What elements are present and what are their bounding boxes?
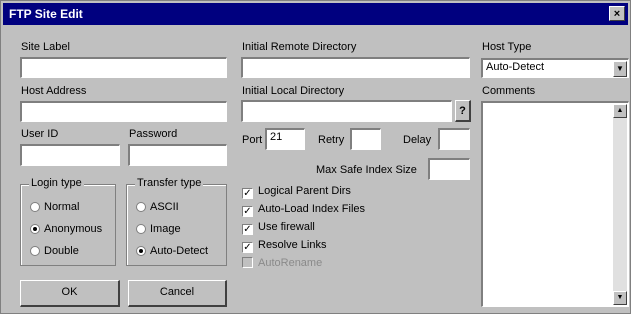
radio-label: Anonymous bbox=[44, 223, 103, 235]
comments-textarea[interactable]: ▲ ▼ bbox=[481, 101, 629, 307]
login-type-title: Login type bbox=[29, 177, 84, 189]
checkbox-resolve-links[interactable]: Resolve Links bbox=[242, 238, 327, 253]
ftp-site-edit-dialog: FTP Site Edit × Site Label Host Address … bbox=[0, 0, 631, 314]
initial-remote-directory-field[interactable] bbox=[241, 57, 470, 78]
radio-indicator bbox=[136, 202, 146, 212]
ok-button[interactable]: OK bbox=[20, 280, 120, 307]
user-id-field[interactable] bbox=[20, 144, 120, 166]
arrow-up-icon[interactable]: ▲ bbox=[613, 104, 627, 118]
host-type-selected: Auto-Detect bbox=[486, 61, 545, 73]
radio-label: Normal bbox=[44, 201, 80, 213]
password-field[interactable] bbox=[128, 144, 227, 166]
radio-label: Double bbox=[44, 245, 79, 257]
checkbox-indicator bbox=[242, 188, 253, 199]
user-id-label: User ID bbox=[21, 128, 59, 140]
checkbox-indicator bbox=[242, 257, 253, 268]
checkbox-indicator bbox=[242, 242, 253, 253]
checkbox-label: Resolve Links bbox=[258, 239, 327, 251]
max-safe-index-size-field[interactable] bbox=[428, 158, 470, 180]
chevron-down-icon[interactable]: ▼ bbox=[613, 61, 627, 77]
host-address-field[interactable] bbox=[20, 101, 227, 122]
checkbox-label: AutoRename bbox=[258, 257, 323, 269]
site-label-field[interactable] bbox=[20, 57, 227, 78]
radio-indicator bbox=[136, 246, 146, 256]
host-type-label: Host Type bbox=[482, 41, 532, 53]
port-field[interactable]: 21 bbox=[265, 128, 305, 150]
comments-label: Comments bbox=[482, 85, 536, 97]
radio-transfer-auto-detect[interactable]: Auto-Detect bbox=[136, 244, 208, 258]
checkbox-indicator bbox=[242, 206, 253, 217]
radio-indicator bbox=[30, 224, 40, 234]
transfer-type-title: Transfer type bbox=[135, 177, 204, 189]
comments-scrollbar[interactable]: ▲ ▼ bbox=[613, 104, 627, 305]
browse-directory-button[interactable]: ? bbox=[455, 100, 471, 122]
radio-indicator bbox=[30, 246, 40, 256]
delay-field[interactable] bbox=[438, 128, 470, 150]
initial-local-directory-field[interactable] bbox=[241, 100, 452, 122]
radio-indicator bbox=[136, 224, 146, 234]
radio-transfer-image[interactable]: Image bbox=[136, 222, 181, 236]
host-address-label: Host Address bbox=[21, 85, 87, 97]
title-bar[interactable]: FTP Site Edit × bbox=[3, 3, 628, 25]
site-label-label: Site Label bbox=[21, 41, 70, 53]
checkbox-label: Auto-Load Index Files bbox=[258, 203, 366, 215]
initial-local-directory-label: Initial Local Directory bbox=[242, 85, 345, 97]
radio-login-normal[interactable]: Normal bbox=[30, 200, 79, 214]
radio-login-anonymous[interactable]: Anonymous bbox=[30, 222, 102, 236]
host-type-select[interactable]: Auto-Detect ▼ bbox=[481, 58, 629, 78]
checkbox-label: Use firewall bbox=[258, 221, 315, 233]
radio-transfer-ascii[interactable]: ASCII bbox=[136, 200, 179, 214]
max-safe-index-size-label: Max Safe Index Size bbox=[316, 164, 417, 176]
checkbox-indicator bbox=[242, 224, 253, 235]
retry-label: Retry bbox=[318, 134, 345, 146]
initial-remote-directory-label: Initial Remote Directory bbox=[242, 41, 357, 53]
checkbox-autorename: AutoRename bbox=[242, 256, 322, 270]
checkbox-auto-load-index-files[interactable]: Auto-Load Index Files bbox=[242, 202, 366, 217]
port-label: Port bbox=[242, 134, 263, 146]
checkbox-label: Logical Parent Dirs bbox=[258, 185, 351, 197]
radio-label: ASCII bbox=[150, 201, 179, 213]
arrow-down-icon[interactable]: ▼ bbox=[613, 291, 627, 305]
password-label: Password bbox=[129, 128, 178, 140]
checkbox-logical-parent-dirs[interactable]: Logical Parent Dirs bbox=[242, 184, 351, 199]
retry-field[interactable] bbox=[350, 128, 381, 150]
close-icon[interactable]: × bbox=[609, 6, 625, 21]
window-title: FTP Site Edit bbox=[9, 7, 83, 21]
radio-label: Auto-Detect bbox=[150, 245, 209, 257]
radio-login-double[interactable]: Double bbox=[30, 244, 79, 258]
radio-indicator bbox=[30, 202, 40, 212]
cancel-button[interactable]: Cancel bbox=[128, 280, 227, 307]
checkbox-use-firewall[interactable]: Use firewall bbox=[242, 220, 315, 235]
radio-label: Image bbox=[150, 223, 181, 235]
delay-label: Delay bbox=[403, 134, 432, 146]
